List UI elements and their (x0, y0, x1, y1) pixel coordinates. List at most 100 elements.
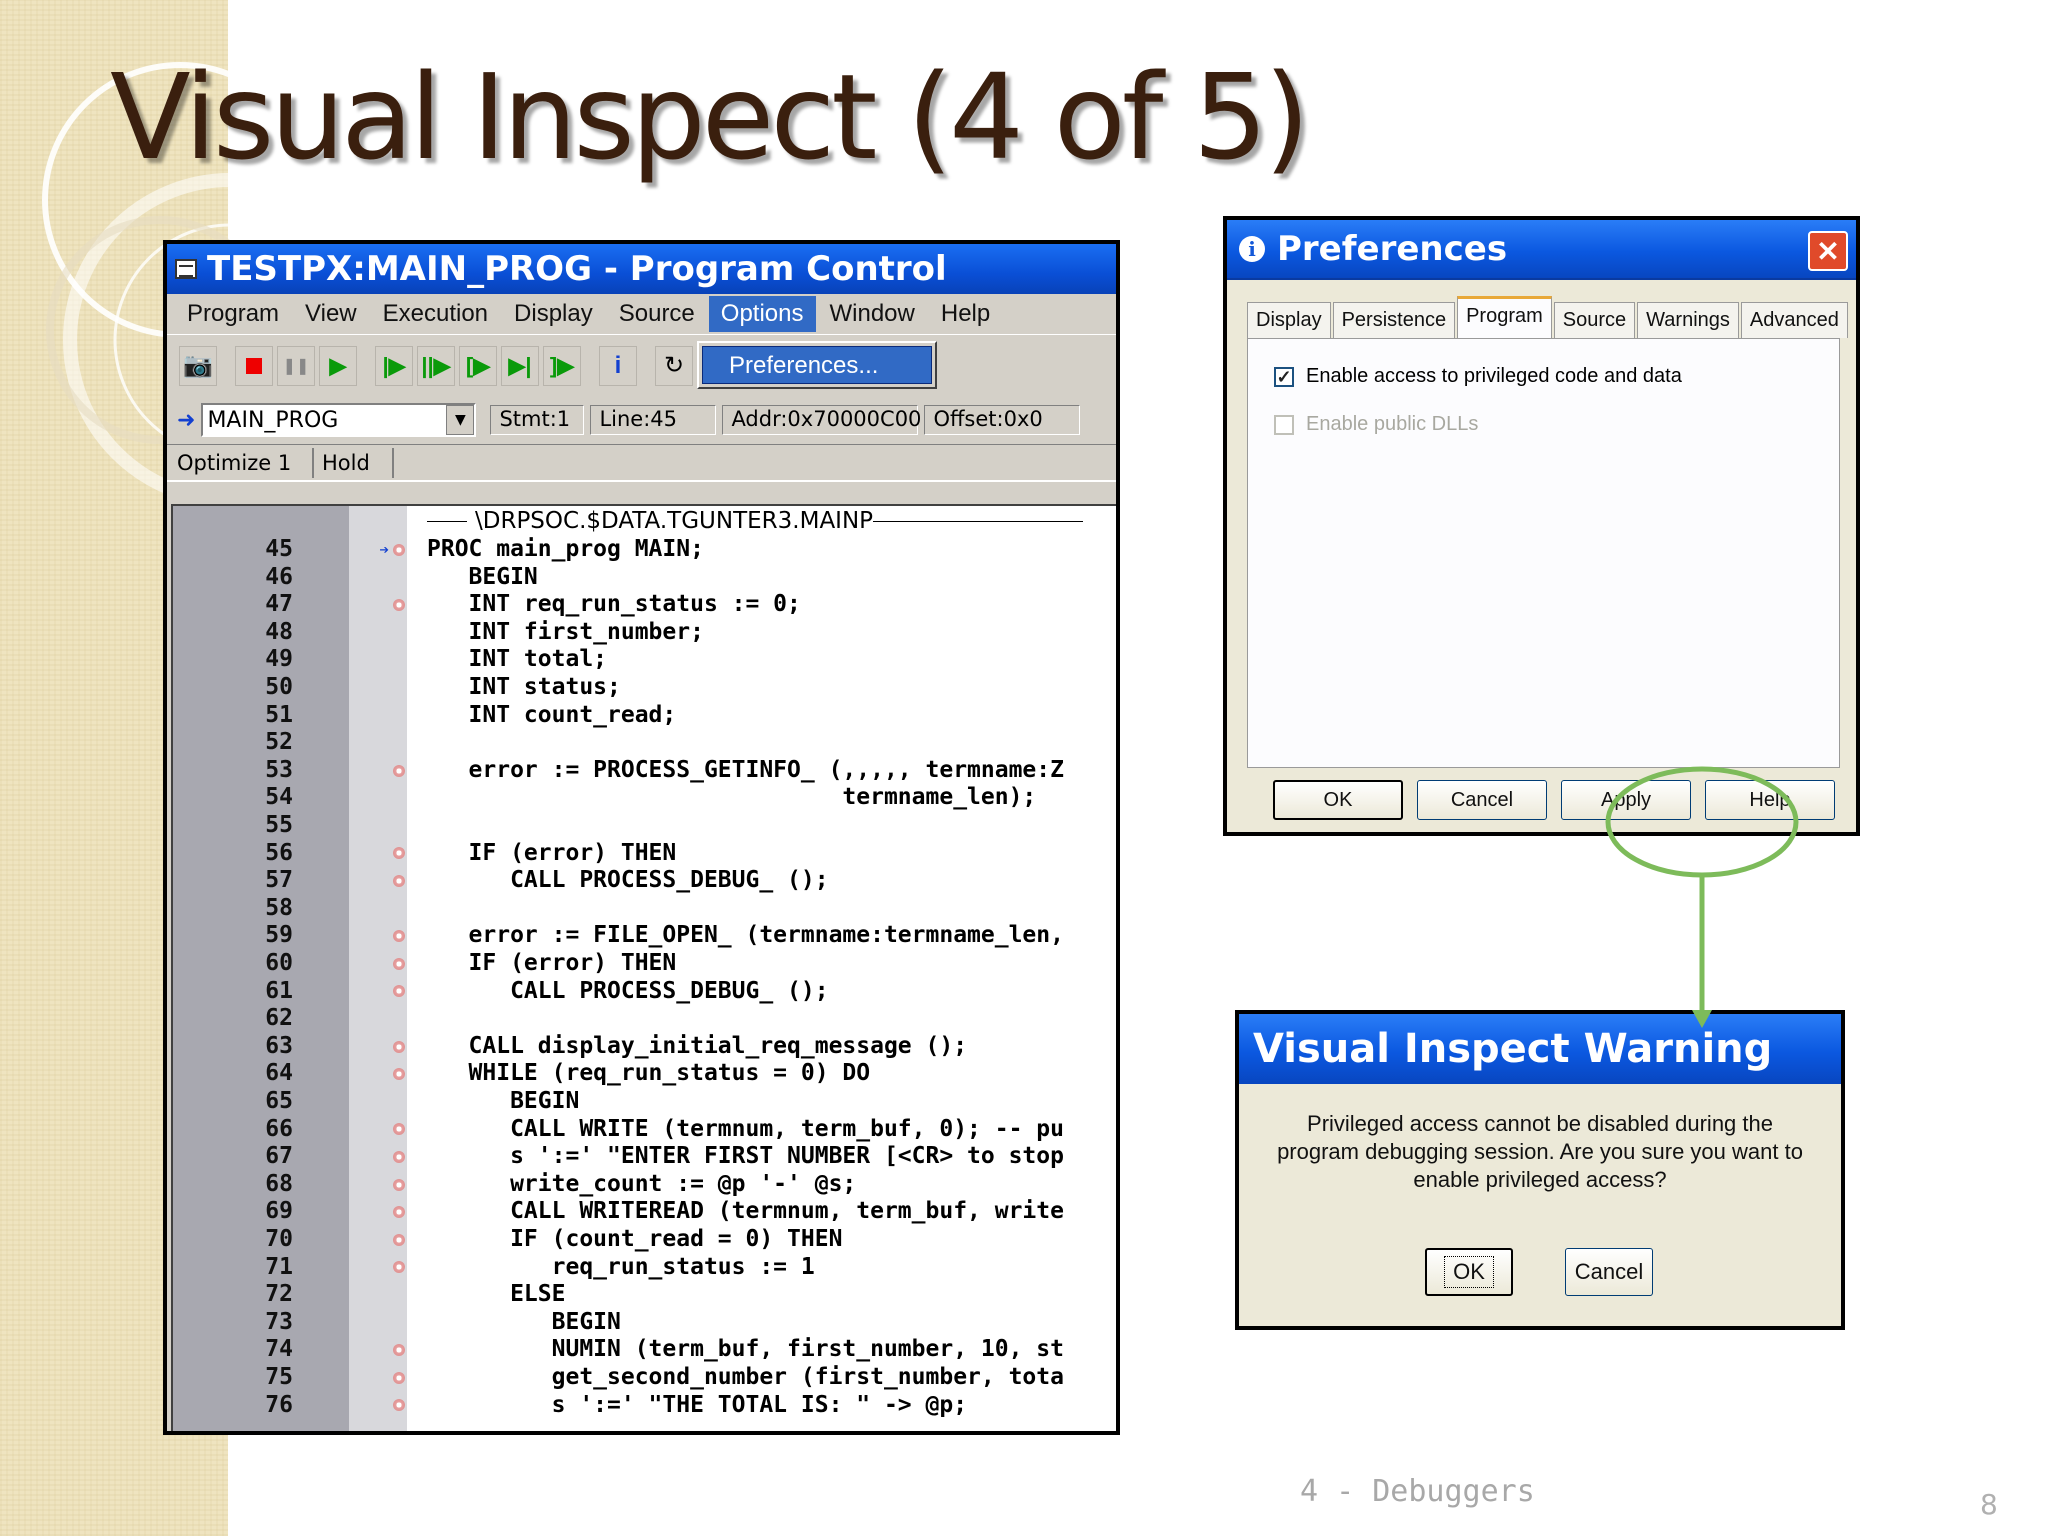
code-line[interactable]: 57 CALL PROCESS_DEBUG_ (); (173, 867, 1116, 895)
info-icon[interactable]: i (599, 345, 637, 386)
warning-titlebar[interactable]: Visual Inspect Warning (1239, 1014, 1841, 1084)
code-line[interactable]: 54 termname_len); (173, 784, 1116, 812)
line-markers[interactable] (359, 646, 405, 674)
tab-warnings[interactable]: Warnings (1637, 302, 1739, 338)
preferences-titlebar[interactable]: i Preferences ✕ (1227, 220, 1856, 280)
breakpoint-marker-icon[interactable] (393, 1371, 405, 1384)
program-control-titlebar[interactable]: TESTPX:MAIN_PROG - Program Control (167, 244, 1116, 294)
code-line[interactable]: 66 CALL WRITE (termnum, term_buf, 0); --… (173, 1116, 1116, 1144)
tab-display[interactable]: Display (1247, 302, 1331, 338)
code-line[interactable]: 68 write_count := @p '-' @s; (173, 1171, 1116, 1199)
privileged-access-option[interactable]: ✓ Enable access to privileged code and d… (1274, 365, 1682, 388)
code-line[interactable]: 67 s ':=' "ENTER FIRST NUMBER [<CR> to s… (173, 1143, 1116, 1171)
line-markers[interactable] (359, 1171, 405, 1199)
run-button[interactable]: ▶ (319, 345, 357, 386)
code-line[interactable]: 58 (173, 895, 1116, 923)
warning-ok-button[interactable]: OK (1425, 1248, 1513, 1296)
pause-button[interactable]: ❚❚ (277, 345, 315, 386)
breakpoint-marker-icon[interactable] (393, 598, 405, 611)
refresh-icon[interactable]: ↻ (655, 345, 693, 386)
line-markers[interactable] (359, 1143, 405, 1171)
line-markers[interactable] (359, 1392, 405, 1420)
line-markers[interactable] (359, 1254, 405, 1282)
apply-button[interactable]: Apply (1561, 780, 1691, 820)
line-markers[interactable] (359, 812, 405, 840)
menu-display[interactable]: Display (502, 296, 605, 332)
cancel-button[interactable]: Cancel (1417, 780, 1547, 820)
stop-button[interactable] (235, 345, 273, 386)
chevron-down-icon[interactable]: ▼ (446, 405, 475, 435)
line-markers[interactable] (359, 867, 405, 895)
line-markers[interactable] (359, 978, 405, 1006)
menu-view[interactable]: View (293, 296, 369, 332)
source-code-view[interactable]: \DRPSOC.$DATA.TGUNTER3.MAINP 45 ➔ PROC mai… (171, 504, 1116, 1431)
tab-advanced[interactable]: Advanced (1740, 302, 1848, 338)
tab-program[interactable]: Program (1457, 296, 1552, 338)
tab-source[interactable]: Source (1553, 302, 1636, 338)
breakpoint-marker-icon[interactable] (393, 543, 405, 556)
line-markers[interactable] (359, 757, 405, 785)
breakpoint-marker-icon[interactable] (393, 1123, 405, 1136)
line-markers[interactable] (359, 1336, 405, 1364)
line-markers[interactable] (359, 1005, 405, 1033)
camera-icon[interactable]: 📷 (179, 345, 217, 386)
step-over-button[interactable]: ||▶ (417, 345, 455, 386)
code-line[interactable]: 70 IF (count_read = 0) THEN (173, 1226, 1116, 1254)
code-line[interactable]: 71 req_run_status := 1 (173, 1254, 1116, 1282)
code-line[interactable]: 46 BEGIN (173, 564, 1116, 592)
line-markers[interactable] (359, 840, 405, 868)
warning-cancel-button[interactable]: Cancel (1565, 1248, 1653, 1296)
code-line[interactable]: 64 WHILE (req_run_status = 0) DO (173, 1060, 1116, 1088)
line-markers[interactable] (359, 1060, 405, 1088)
line-markers[interactable] (359, 1226, 405, 1254)
line-markers[interactable] (359, 1116, 405, 1144)
code-line[interactable]: 76 s ':=' "THE TOTAL IS: " -> @p; (173, 1392, 1116, 1420)
close-icon[interactable]: ✕ (1808, 231, 1848, 271)
step-out-button[interactable]: ]▶ (543, 345, 581, 386)
line-markers[interactable] (359, 674, 405, 702)
line-markers[interactable] (359, 784, 405, 812)
code-line[interactable]: 65 BEGIN (173, 1088, 1116, 1116)
code-line[interactable]: 56 IF (error) THEN (173, 840, 1116, 868)
code-line[interactable]: 50 INT status; (173, 674, 1116, 702)
code-line[interactable]: 55 (173, 812, 1116, 840)
code-line[interactable]: 47 INT req_run_status := 0; (173, 591, 1116, 619)
breakpoint-marker-icon[interactable] (393, 1068, 405, 1081)
line-markers[interactable] (359, 702, 405, 730)
line-markers[interactable] (359, 1281, 405, 1309)
menu-window[interactable]: Window (818, 296, 927, 332)
line-markers[interactable] (359, 1088, 405, 1116)
breakpoint-marker-icon[interactable] (393, 847, 405, 860)
breakpoint-marker-icon[interactable] (393, 1206, 405, 1219)
breakpoint-marker-icon[interactable] (393, 1261, 405, 1274)
line-markers[interactable] (359, 619, 405, 647)
tab-persistence[interactable]: Persistence (1332, 302, 1456, 338)
breakpoint-marker-icon[interactable] (393, 1040, 405, 1053)
code-line[interactable]: 62 (173, 1005, 1116, 1033)
breakpoint-marker-icon[interactable] (393, 1178, 405, 1191)
breakpoint-marker-icon[interactable] (393, 764, 405, 777)
menu-item-preferences[interactable]: Preferences... (702, 346, 932, 384)
line-markers[interactable] (359, 922, 405, 950)
breakpoint-marker-icon[interactable] (393, 874, 405, 887)
breakpoint-marker-icon[interactable] (393, 985, 405, 998)
code-line[interactable]: 60 IF (error) THEN (173, 950, 1116, 978)
menu-options[interactable]: Options (708, 296, 816, 332)
line-markers[interactable] (359, 1364, 405, 1392)
line-markers[interactable] (359, 1198, 405, 1226)
line-markers[interactable] (359, 591, 405, 619)
procedure-select[interactable]: MAIN_PROG ▼ (201, 403, 477, 437)
breakpoint-marker-icon[interactable] (393, 1233, 405, 1246)
code-line[interactable]: 49 INT total; (173, 646, 1116, 674)
breakpoint-marker-icon[interactable] (393, 930, 405, 943)
menu-source[interactable]: Source (607, 296, 707, 332)
step-instruction-button[interactable]: ▶| (501, 345, 539, 386)
breakpoint-marker-icon[interactable] (393, 1399, 405, 1412)
code-line[interactable]: 52 (173, 729, 1116, 757)
code-line[interactable]: 59 error := FILE_OPEN_ (termname:termnam… (173, 922, 1116, 950)
privileged-access-checkbox[interactable]: ✓ (1274, 366, 1294, 387)
breakpoint-marker-icon[interactable] (393, 1344, 405, 1357)
ok-button[interactable]: OK (1273, 780, 1403, 820)
code-line[interactable]: 63 CALL display_initial_req_message (); (173, 1033, 1116, 1061)
breakpoint-marker-icon[interactable] (393, 1150, 405, 1163)
